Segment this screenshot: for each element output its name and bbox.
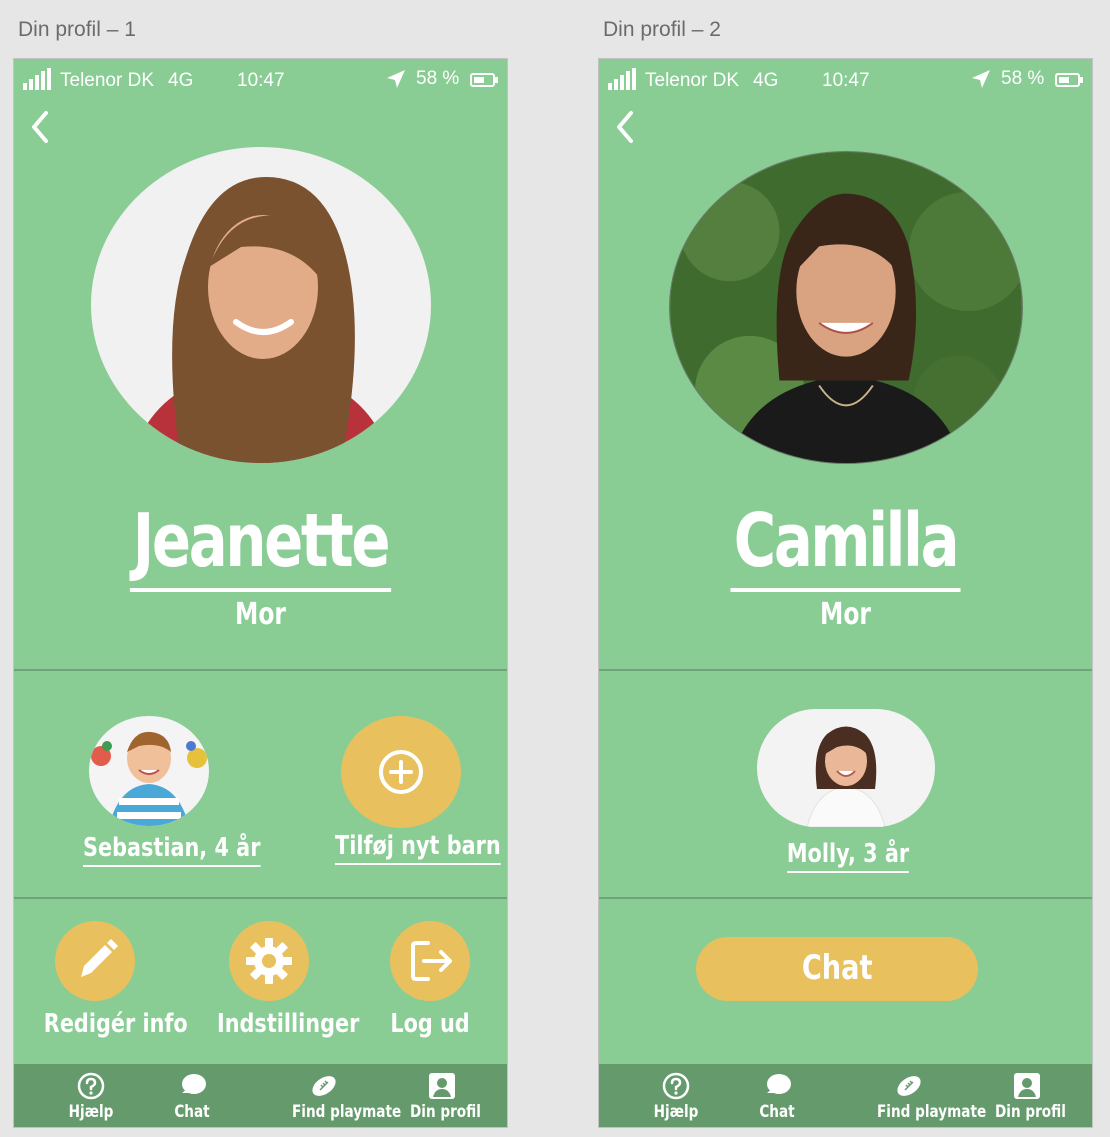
tab-label: Find playmate (877, 1102, 987, 1122)
battery-percent: 58 % (1001, 68, 1045, 89)
chat-bubble-icon (767, 1074, 791, 1094)
clock: 10:47 (822, 70, 870, 91)
logout-label[interactable]: Log ud (390, 1009, 470, 1039)
status-bar: Telenor DK 4G 10:47 58 % (599, 59, 1092, 101)
settings-label[interactable]: Indstillinger (217, 1009, 359, 1039)
boy-portrait-icon (89, 716, 209, 826)
section-divider (14, 669, 507, 671)
profile-photo (669, 151, 1023, 464)
section-divider (599, 897, 1092, 899)
artboard-title: Din profil – 1 (18, 18, 136, 41)
woman-portrait-icon (91, 147, 431, 463)
edit-info-label[interactable]: Redigér info (44, 1009, 188, 1039)
logout-button[interactable] (390, 921, 470, 1001)
tab-label: Din profil (995, 1102, 1066, 1122)
artboard-title: Din profil – 2 (603, 18, 721, 41)
back-chevron-icon[interactable] (611, 109, 637, 145)
child-name-link[interactable]: Molly, 3 år (780, 839, 916, 873)
tab-label: Din profil (410, 1102, 481, 1122)
woman-portrait-icon (670, 152, 1022, 463)
tab-label: Chat (759, 1102, 795, 1122)
tab-profile[interactable]: Din profil (410, 1064, 481, 1127)
profile-role: Mor (235, 597, 286, 632)
child-photo[interactable] (757, 709, 935, 827)
carrier-name: Telenor DK (645, 70, 739, 91)
tab-help[interactable]: Hjælp (69, 1064, 113, 1127)
profile-icon (429, 1073, 455, 1099)
tab-label: Find playmate (292, 1102, 402, 1122)
add-child-button[interactable] (341, 716, 461, 828)
signal-icon (608, 68, 636, 90)
add-child-link[interactable]: Tilføj nyt barn (335, 831, 501, 865)
phone-screen-profile-1: Telenor DK 4G 10:47 58 % Jeanette Mor Se… (13, 58, 508, 1128)
profile-name: Camilla (653, 498, 1038, 592)
profile-name: Jeanette (68, 498, 453, 592)
back-chevron-icon[interactable] (26, 109, 52, 145)
chat-bubble-icon (182, 1074, 206, 1094)
football-icon (312, 1076, 336, 1096)
help-icon (77, 1072, 105, 1100)
battery-icon (470, 73, 498, 87)
child-photo[interactable] (89, 716, 209, 826)
tab-chat[interactable]: Chat (757, 1064, 797, 1127)
location-arrow-icon (387, 70, 405, 88)
network-type: 4G (753, 70, 779, 91)
section-divider (14, 897, 507, 899)
location-arrow-icon (972, 70, 990, 88)
chat-button[interactable]: Chat (696, 937, 978, 1001)
edit-info-button[interactable] (55, 921, 135, 1001)
carrier-name: Telenor DK (60, 70, 154, 91)
logout-icon (411, 941, 452, 981)
girl-portrait-icon (757, 709, 935, 827)
pencil-icon (81, 939, 118, 977)
profile-role: Mor (820, 597, 871, 632)
signal-icon (23, 68, 51, 90)
tab-label: Hjælp (653, 1102, 699, 1122)
tab-find-playmate[interactable]: Find playmate (292, 1064, 401, 1127)
battery-icon (1055, 73, 1083, 87)
tab-label: Hjælp (68, 1102, 114, 1122)
clock: 10:47 (237, 70, 285, 91)
child-name-link[interactable]: Sebastian, 4 år (83, 833, 261, 867)
profile-photo (91, 147, 431, 463)
status-bar: Telenor DK 4G 10:47 58 % (14, 59, 507, 101)
gear-icon (246, 938, 292, 984)
profile-icon (1014, 1073, 1040, 1099)
tab-bar: Hjælp Chat Find playmate Din profil (599, 1064, 1092, 1127)
phone-screen-profile-2: Telenor DK 4G 10:47 58 % Camilla Mor Mol… (598, 58, 1093, 1128)
battery-percent: 58 % (416, 68, 460, 89)
tab-help[interactable]: Hjælp (654, 1064, 698, 1127)
tab-find-playmate[interactable]: Find playmate (877, 1064, 986, 1127)
network-type: 4G (168, 70, 194, 91)
tab-profile[interactable]: Din profil (995, 1064, 1066, 1127)
settings-button[interactable] (229, 921, 309, 1001)
tab-bar: Hjælp Chat Find playmate Din profil (14, 1064, 507, 1127)
tab-label: Chat (174, 1102, 210, 1122)
plus-circle-icon (379, 750, 423, 794)
tab-chat[interactable]: Chat (172, 1064, 212, 1127)
section-divider (599, 669, 1092, 671)
football-icon (897, 1076, 921, 1096)
help-icon (662, 1072, 690, 1100)
